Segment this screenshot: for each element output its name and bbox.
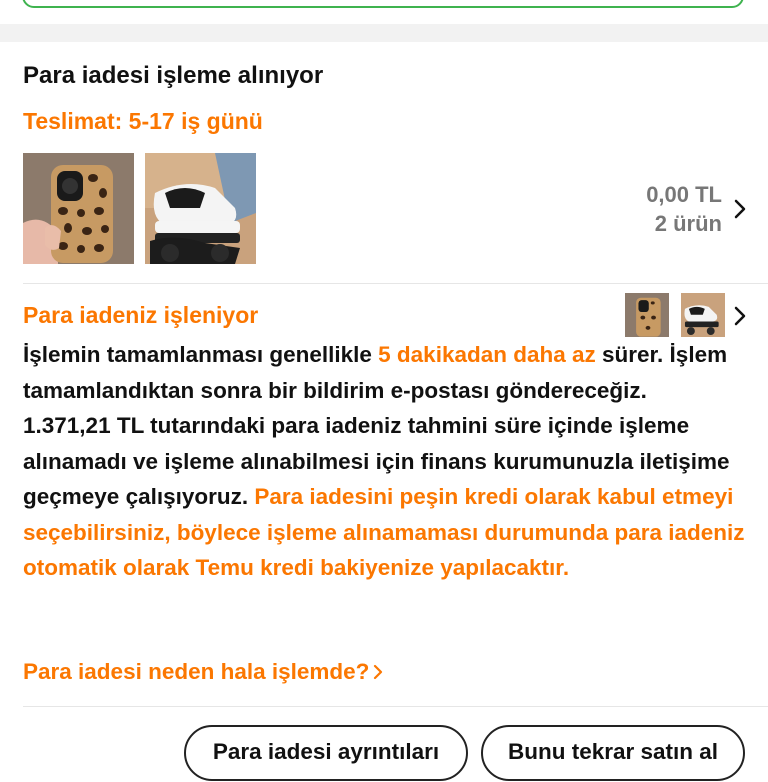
order-item-count: 2 ürün	[654, 211, 722, 236]
refund-time-highlight: 5 dakikadan daha az	[378, 342, 596, 367]
refund-item-thumb-sneaker[interactable]	[681, 293, 725, 337]
leopard-phone-case-image	[625, 293, 669, 337]
refund-details-button[interactable]: Para iadesi ayrıntıları	[184, 725, 468, 781]
black-white-sneaker-image	[145, 153, 256, 264]
product-image-phone-case[interactable]	[23, 153, 134, 264]
buy-again-button[interactable]: Bunu tekrar satın al	[481, 725, 745, 781]
chevron-right-icon	[373, 659, 383, 685]
divider	[23, 706, 768, 707]
order-status-title: Para iadesi işleme alınıyor	[23, 62, 324, 89]
chevron-right-icon[interactable]	[733, 198, 747, 220]
refund-details-label: Para iadesi ayrıntıları	[212, 739, 440, 764]
divider	[23, 283, 768, 284]
refund-text-1: İşlemin tamamlanması genellikle	[23, 342, 379, 367]
order-amount: 0,00 TL	[646, 182, 722, 207]
order-summary[interactable]: 0,00 TL 2 ürün	[646, 180, 722, 238]
refund-why-link-label: Para iadesi neden hala işlemde?	[23, 659, 370, 684]
refund-explanation: İşlemin tamamlanması genellikle 5 dakika…	[23, 337, 753, 586]
delivery-estimate: Teslimat: 5-17 iş günü	[23, 108, 263, 134]
buy-again-label: Bunu tekrar satın al	[507, 739, 719, 764]
refund-status-title: Para iadeniz işleniyor	[23, 302, 259, 328]
product-image-sneaker[interactable]	[145, 153, 256, 264]
chevron-right-icon[interactable]	[733, 305, 747, 327]
refund-item-thumb-phone-case[interactable]	[625, 293, 669, 337]
black-white-sneaker-image	[681, 293, 725, 337]
top-section	[0, 0, 768, 24]
top-status-box	[22, 0, 744, 8]
leopard-phone-case-image	[23, 153, 134, 264]
refund-why-link[interactable]: Para iadesi neden hala işlemde?	[23, 659, 383, 685]
